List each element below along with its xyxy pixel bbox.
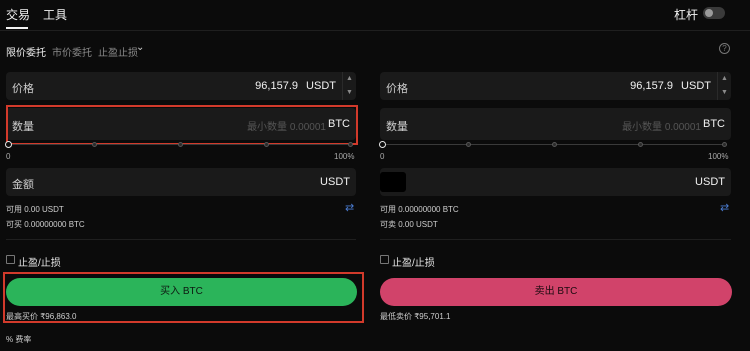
- buy-amount-label: 金额: [12, 179, 34, 191]
- sell-slider-min-label: 0: [380, 152, 385, 161]
- swap-icon[interactable]: ⇄: [720, 201, 729, 214]
- buy-slider-mark-75[interactable]: [264, 142, 269, 147]
- buy-amount-field[interactable]: 金额 USDT: [6, 168, 356, 196]
- highlight-box-quantity: [6, 105, 358, 145]
- nav-divider: [0, 30, 750, 31]
- buy-price-value: 96,157.9: [255, 80, 298, 92]
- sell-price-label: 价格: [386, 83, 408, 95]
- sell-slider-handle[interactable]: [379, 141, 386, 148]
- sell-divider: [380, 239, 731, 240]
- buy-price-stepper[interactable]: ▲ ▼: [342, 72, 356, 100]
- buy-slider-mark-100[interactable]: [348, 142, 353, 147]
- order-type-market[interactable]: 市价委托: [52, 44, 92, 59]
- buy-tpsl-label: 止盈/止损: [18, 258, 61, 269]
- sell-price-value: 96,157.9: [630, 80, 673, 92]
- buy-price-field[interactable]: 价格 96,157.9 USDT ▲ ▼: [6, 72, 356, 100]
- sell-amount-field[interactable]: USDT: [380, 168, 731, 196]
- sell-quantity-field[interactable]: 数量 最小数量 0.00001 BTC: [380, 108, 731, 140]
- buy-can-buy: 可买 0.00000000 BTC: [6, 220, 85, 229]
- buy-slider-min-label: 0: [6, 152, 11, 161]
- order-type-tpsl[interactable]: 止盈止损: [98, 44, 138, 59]
- sell-slider-mark-75[interactable]: [638, 142, 643, 147]
- leverage-toggle[interactable]: [703, 7, 725, 19]
- sell-price-field[interactable]: 价格 96,157.9 USDT ▲ ▼: [380, 72, 731, 100]
- sell-est-price: 最低卖价 ₹95,701.1: [380, 312, 451, 321]
- sell-price-stepper[interactable]: ▲ ▼: [717, 72, 731, 100]
- tab-trade[interactable]: 交易: [6, 6, 30, 23]
- sell-slider-mark-100[interactable]: [722, 142, 727, 147]
- highlight-box-buy: [3, 272, 364, 323]
- fee-link[interactable]: % 费率: [6, 334, 31, 345]
- sell-slider-max-label: 100%: [708, 152, 729, 161]
- tab-trade-underline: [6, 27, 28, 29]
- sell-price-unit: USDT: [681, 80, 711, 92]
- sell-can-sell: 可卖 0.00 USDT: [380, 220, 438, 229]
- sell-available: 可用 0.00000000 BTC: [380, 205, 459, 214]
- leverage-label: 杠杆: [673, 8, 698, 22]
- obscured-label: [380, 172, 406, 192]
- buy-slider-handle[interactable]: [5, 141, 12, 148]
- buy-price-unit: USDT: [306, 80, 336, 92]
- sell-slider-mark-50[interactable]: [552, 142, 557, 147]
- buy-price-label: 价格: [12, 83, 34, 95]
- sell-slider-mark-25[interactable]: [466, 142, 471, 147]
- buy-slider-max-label: 100%: [334, 152, 355, 161]
- order-type-limit[interactable]: 限价委托: [6, 44, 46, 59]
- info-icon[interactable]: ?: [719, 43, 730, 54]
- sell-quantity-unit: BTC: [703, 118, 725, 130]
- sell-tpsl-checkbox[interactable]: [380, 255, 389, 264]
- sell-tpsl-label: 止盈/止损: [392, 258, 435, 269]
- buy-slider-mark-50[interactable]: [178, 142, 183, 147]
- swap-icon[interactable]: ⇄: [345, 201, 354, 214]
- sell-quantity-label: 数量: [386, 121, 408, 133]
- buy-tpsl-checkbox[interactable]: [6, 255, 15, 264]
- chevron-down-icon[interactable]: ⌄: [136, 42, 144, 53]
- buy-divider: [6, 239, 356, 240]
- buy-available: 可用 0.00 USDT: [6, 205, 64, 214]
- toggle-knob: [705, 9, 713, 17]
- tab-tools[interactable]: 工具: [43, 6, 67, 23]
- buy-slider-mark-25[interactable]: [92, 142, 97, 147]
- sell-amount-unit: USDT: [695, 176, 725, 188]
- sell-quantity-placeholder: 最小数量 0.00001: [622, 122, 701, 133]
- buy-amount-unit: USDT: [320, 176, 350, 188]
- sell-button[interactable]: 卖出 BTC: [380, 278, 732, 306]
